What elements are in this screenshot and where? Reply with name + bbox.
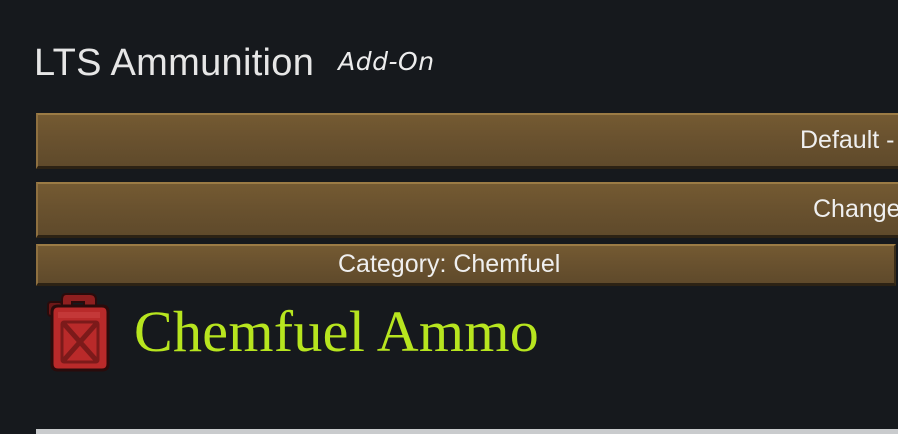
change-button-label: Change <box>813 195 898 223</box>
category-button-label: Category: Chemfuel <box>338 250 561 278</box>
page-title: LTS Ammunition <box>34 41 315 84</box>
page-subtitle: Add-On <box>338 46 435 76</box>
divider <box>36 429 898 434</box>
change-button[interactable]: Change <box>36 182 898 238</box>
default-button-label: Default - <box>800 126 895 154</box>
item-header: Chemfuel Ammo <box>44 290 539 374</box>
category-button[interactable]: Category: Chemfuel <box>36 244 896 286</box>
default-button[interactable]: Default - <box>36 113 898 169</box>
mod-settings-panel: LTS Ammunition Add-On Default - Change C… <box>0 0 898 434</box>
item-title: Chemfuel Ammo <box>134 298 540 364</box>
header: LTS Ammunition Add-On <box>34 38 435 88</box>
jerrycan-icon <box>47 293 110 372</box>
